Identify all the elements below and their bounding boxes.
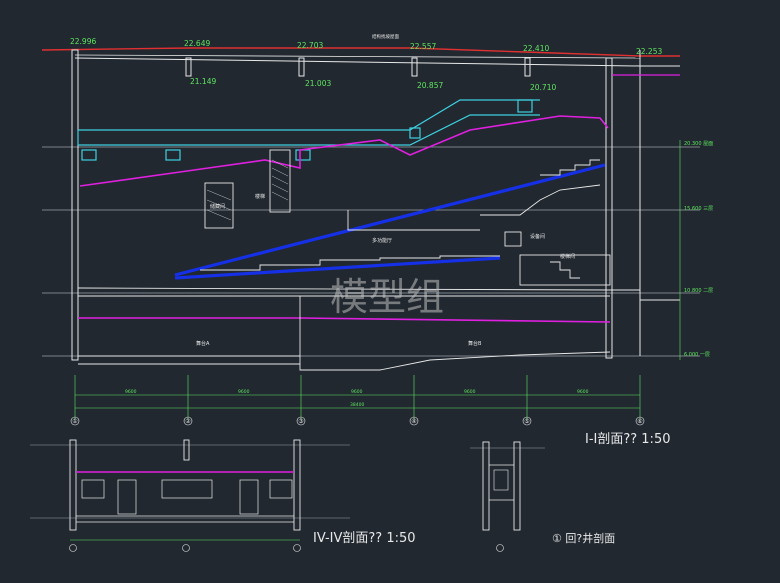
room-label-hall: 多功能厅 (372, 237, 392, 244)
dim-2: 9600 (238, 389, 250, 395)
level-marks: 20.300 屋面 15.600 三层 10.800 二层 6.000 一层 (684, 141, 713, 358)
sub-elevation-4: 20.710 (530, 83, 556, 92)
sub-elevations: 21.149 21.003 20.857 20.710 (190, 77, 556, 92)
roof-note: 结构找坡屋面 (372, 33, 399, 40)
room-label-stairs: 楼梯 (255, 193, 265, 200)
elevation-4: 22.557 (410, 42, 436, 51)
sub-elevation-2: 21.003 (305, 79, 331, 88)
sub-elevation-3: 20.857 (417, 81, 443, 90)
axis-6: ⑥ (637, 418, 642, 425)
level-roof: 20.300 屋面 (684, 141, 713, 147)
roof-slab (74, 57, 680, 67)
room-label-stairwell: 楼梯间 (560, 253, 575, 260)
elevation-5: 22.410 (523, 44, 549, 53)
section-1-title: I-I剖面?? 1:50 (585, 432, 670, 447)
elevation-2: 22.649 (184, 39, 210, 48)
dimension-texts: 9600 9600 9600 9600 9600 38400 (125, 389, 589, 408)
dim-5: 9600 (577, 389, 589, 395)
axis-4: ④ (411, 418, 416, 425)
raked-seating (174, 163, 606, 280)
room-label-stage-a: 舞台A (196, 340, 210, 347)
shaft-detail-drawing (470, 441, 545, 552)
roof-line (41, 47, 680, 57)
level-2: 10.800 二层 (684, 288, 713, 294)
dim-4: 9600 (464, 389, 476, 395)
watermark: 模型组 (330, 275, 444, 319)
ceiling-line (79, 115, 609, 187)
axis-bubbles: ① ② ③ ④ ⑤ ⑥ (70, 416, 645, 426)
room-label-storage: 储藏间 (210, 203, 225, 210)
elevation-3: 22.703 (297, 41, 323, 50)
axis-3: ③ (298, 418, 303, 425)
roof-slab-top (74, 54, 641, 59)
main-section: 22.996 22.649 22.703 22.557 22.410 22.25… (41, 33, 713, 426)
elevation-1: 22.996 (70, 37, 96, 46)
dim-total: 38400 (350, 402, 364, 408)
axis-2: ② (185, 418, 191, 425)
shaft-hatch (206, 159, 289, 221)
floor-grid-lines (42, 146, 700, 357)
level-1: 6.000 一层 (684, 352, 710, 358)
axis-5: ⑤ (524, 418, 529, 425)
dim-1: 9600 (125, 389, 137, 395)
dim-3: 9600 (351, 389, 363, 395)
level-3: 15.600 三层 (684, 206, 713, 212)
section-4-drawing (30, 439, 350, 552)
room-label-equipment: 设备间 (530, 233, 545, 240)
room-label-stage-b: 舞台B (468, 340, 482, 347)
axis-1: ① (72, 418, 77, 425)
dimension-lines (74, 375, 641, 420)
section-detail-title: ① 回?井剖面 (552, 531, 615, 545)
auditorium-structure (77, 149, 680, 371)
sub-elevation-1: 21.149 (190, 77, 216, 86)
cad-drawing-canvas: 22.996 22.649 22.703 22.557 22.410 22.25… (30, 33, 713, 552)
section-4-title: IV-IV剖面?? 1:50 (313, 531, 416, 546)
